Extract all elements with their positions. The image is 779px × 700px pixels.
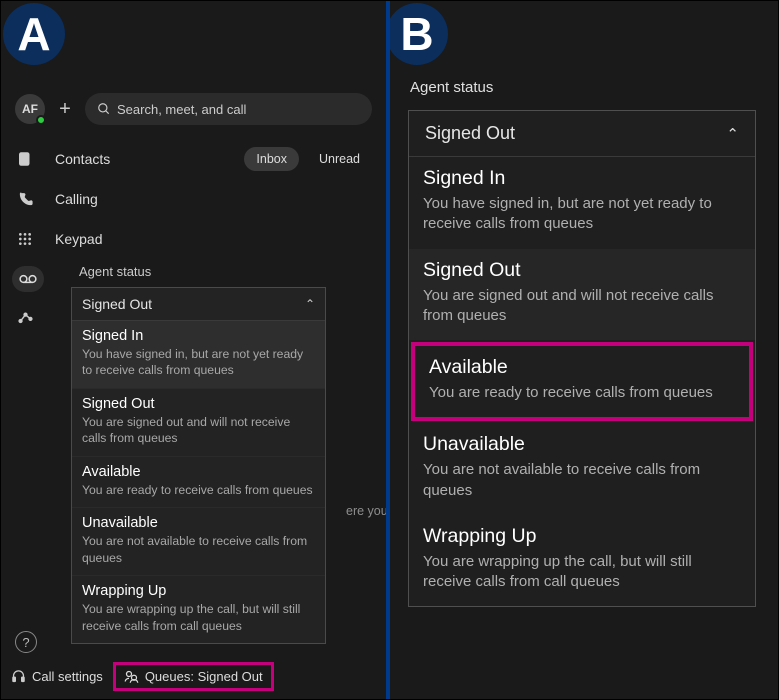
chevron-up-icon: ⌃ bbox=[726, 125, 739, 143]
status-option-wrapping-up-b[interactable]: Wrapping Up You are wrapping up the call… bbox=[409, 515, 755, 607]
status-option-desc: You are wrapping up the call, but will s… bbox=[423, 552, 741, 593]
status-option-available[interactable]: Available You are ready to receive calls… bbox=[72, 457, 325, 508]
agent-status-selected: Signed Out bbox=[82, 296, 152, 312]
agent-status-select-b[interactable]: Signed Out ⌃ Signed In You have signed i… bbox=[408, 110, 756, 607]
status-option-title: Signed Out bbox=[82, 396, 315, 412]
add-button[interactable]: + bbox=[55, 98, 75, 121]
nav-calling-label: Calling bbox=[55, 191, 372, 207]
status-option-title: Available bbox=[82, 464, 315, 480]
status-option-title: Unavailable bbox=[423, 433, 741, 456]
status-option-unavailable-b[interactable]: Unavailable You are not available to rec… bbox=[409, 423, 755, 515]
avatar-initials: AF bbox=[22, 102, 38, 116]
status-option-title: Signed Out bbox=[423, 259, 741, 282]
status-option-title: Signed In bbox=[82, 328, 315, 344]
status-option-wrapping-up[interactable]: Wrapping Up You are wrapping up the call… bbox=[72, 576, 325, 643]
agent-status-selected-b: Signed Out bbox=[425, 123, 515, 144]
status-option-desc: You are not available to receive calls f… bbox=[82, 533, 315, 566]
nav-keypad[interactable]: Keypad bbox=[1, 219, 386, 259]
status-option-desc: You have signed in, but are not yet read… bbox=[423, 194, 741, 235]
headset-icon bbox=[11, 669, 26, 684]
status-option-title: Available bbox=[429, 356, 735, 379]
status-option-title: Wrapping Up bbox=[82, 583, 315, 599]
agent-status-select-header-b[interactable]: Signed Out ⌃ bbox=[409, 111, 755, 157]
agent-status-select[interactable]: Signed Out ⌃ Signed In You have signed i… bbox=[71, 287, 326, 644]
call-settings-label: Call settings bbox=[32, 669, 103, 684]
status-option-signed-out[interactable]: Signed Out You are signed out and will n… bbox=[72, 389, 325, 457]
nav-contacts[interactable]: Contacts Inbox Unread bbox=[1, 139, 386, 179]
status-option-desc: You have signed in, but are not yet read… bbox=[82, 346, 315, 379]
search-placeholder: Search, meet, and call bbox=[117, 102, 246, 117]
keypad-icon bbox=[15, 231, 35, 247]
call-settings-button[interactable]: Call settings bbox=[9, 665, 105, 688]
status-option-desc: You are not available to receive calls f… bbox=[423, 460, 741, 501]
nav-calling[interactable]: Calling bbox=[1, 179, 386, 219]
queues-icon bbox=[124, 669, 139, 684]
status-option-title: Wrapping Up bbox=[423, 525, 741, 548]
status-option-signed-in-b[interactable]: Signed In You have signed in, but are no… bbox=[409, 157, 755, 249]
chevron-up-icon: ⌃ bbox=[305, 297, 315, 311]
status-option-available-b[interactable]: Available You are ready to receive calls… bbox=[411, 342, 753, 421]
status-option-title: Unavailable bbox=[82, 515, 315, 531]
pill-unread[interactable]: Unread bbox=[307, 147, 372, 171]
status-option-signed-in[interactable]: Signed In You have signed in, but are no… bbox=[72, 321, 325, 389]
avatar[interactable]: AF bbox=[15, 94, 45, 124]
voicemail-icon bbox=[12, 266, 44, 292]
agent-status-title-b: Agent status bbox=[410, 79, 766, 96]
nav-keypad-label: Keypad bbox=[55, 231, 372, 247]
queues-status-button[interactable]: Queues: Signed Out bbox=[113, 662, 274, 691]
status-option-title: Signed In bbox=[423, 167, 741, 190]
analytics-icon bbox=[15, 309, 35, 326]
presence-indicator bbox=[36, 115, 46, 125]
status-option-desc: You are ready to receive calls from queu… bbox=[429, 383, 735, 403]
search-icon bbox=[97, 102, 111, 116]
search-input[interactable]: Search, meet, and call bbox=[85, 93, 372, 125]
phone-icon bbox=[15, 191, 35, 208]
marker-a: A bbox=[3, 3, 65, 65]
agent-status-select-header[interactable]: Signed Out ⌃ bbox=[72, 288, 325, 321]
status-option-signed-out-b[interactable]: Signed Out You are signed out and will n… bbox=[409, 249, 755, 341]
status-option-desc: You are ready to receive calls from queu… bbox=[82, 482, 315, 498]
pill-inbox[interactable]: Inbox bbox=[244, 147, 299, 171]
status-option-desc: You are signed out and will not receive … bbox=[423, 286, 741, 327]
status-option-desc: You are wrapping up the call, but will s… bbox=[82, 601, 315, 634]
agent-status-title: Agent status bbox=[71, 256, 326, 287]
contacts-icon bbox=[15, 150, 35, 168]
status-option-desc: You are signed out and will not receive … bbox=[82, 414, 315, 447]
agent-status-panel: Agent status Signed Out ⌃ Signed In You … bbox=[71, 256, 326, 644]
nav-contacts-label: Contacts bbox=[55, 151, 224, 167]
help-button[interactable]: ? bbox=[15, 631, 37, 653]
queues-status-label: Queues: Signed Out bbox=[145, 669, 263, 684]
background-text: ere you'll bbox=[346, 504, 390, 518]
status-option-unavailable[interactable]: Unavailable You are not available to rec… bbox=[72, 508, 325, 576]
